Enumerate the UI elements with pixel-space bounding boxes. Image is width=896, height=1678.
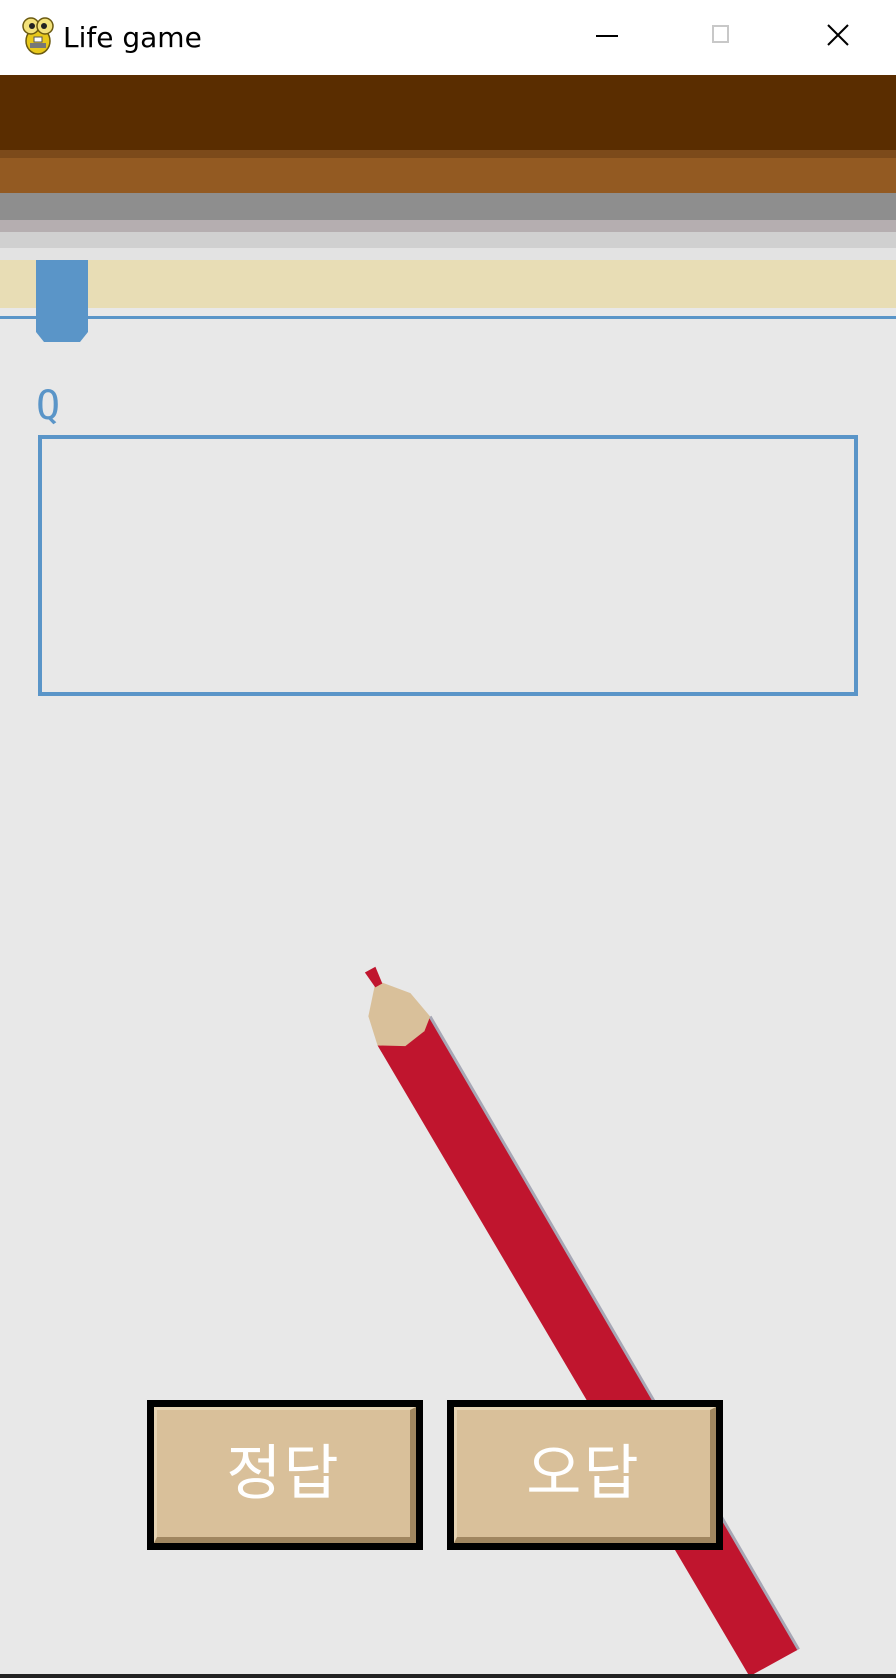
page-stack-band-2: [0, 220, 896, 232]
title-bar[interactable]: Life game: [0, 0, 896, 75]
wrong-answer-button-face: 오답: [454, 1407, 716, 1543]
page-header-rule: [0, 316, 896, 319]
book-cover-band: [0, 75, 896, 150]
page-gap: [0, 248, 896, 260]
maximize-icon[interactable]: [664, 0, 780, 75]
book-cover-edge: [0, 150, 896, 158]
page-header-strip: [0, 260, 896, 308]
minimize-icon[interactable]: [548, 0, 664, 75]
wrong-answer-label: 오답: [526, 1438, 641, 1509]
game-window: Life game Q 정답 오답: [0, 0, 896, 1678]
page-stack-band-3: [0, 232, 896, 248]
wrong-answer-button[interactable]: 오답: [447, 1400, 723, 1550]
question-box: [38, 435, 858, 696]
window-bottom-border: [0, 1674, 896, 1678]
page-stack-band: [0, 193, 896, 220]
snake-game-icon: [22, 17, 54, 55]
close-icon[interactable]: [780, 0, 896, 75]
question-label: Q: [36, 383, 61, 429]
window-title: Life game: [63, 21, 202, 54]
correct-answer-button-face: 정답: [154, 1407, 416, 1543]
bookmark-icon: [36, 260, 88, 342]
book-spine-band: [0, 158, 896, 193]
correct-answer-label: 정답: [226, 1438, 341, 1509]
correct-answer-button[interactable]: 정답: [147, 1400, 423, 1550]
